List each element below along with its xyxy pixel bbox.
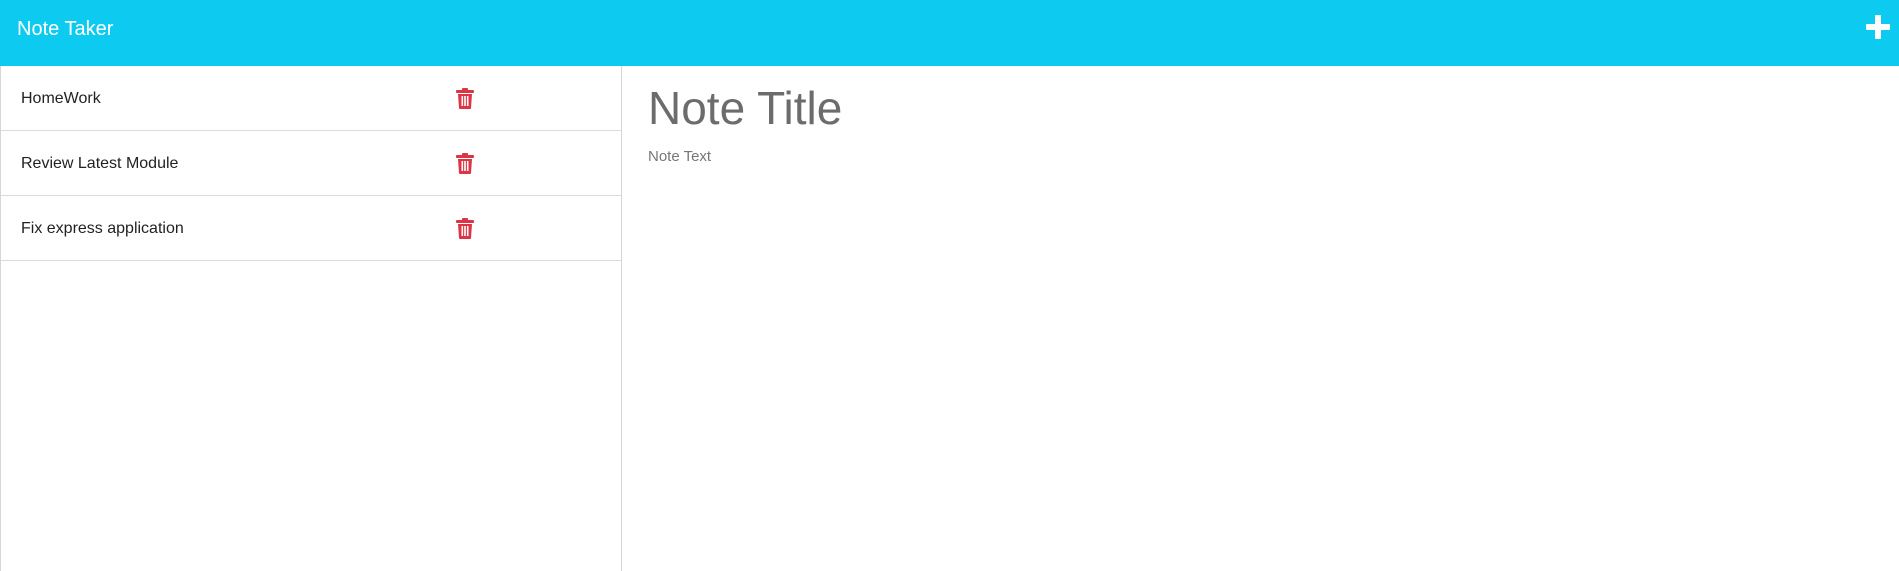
- note-item-title: Fix express application: [21, 220, 184, 237]
- trash-icon[interactable]: [456, 218, 474, 239]
- note-title-input[interactable]: [648, 78, 1868, 138]
- trash-icon[interactable]: [456, 153, 474, 174]
- plus-icon: [1866, 15, 1890, 39]
- note-list-panel: HomeWork Review Latest Module Fix expres…: [0, 66, 622, 571]
- list-item[interactable]: Review Latest Module: [1, 131, 621, 196]
- note-item-title: Review Latest Module: [21, 155, 179, 172]
- list-item[interactable]: HomeWork: [1, 66, 621, 131]
- note-editor: [622, 66, 1899, 571]
- note-list: HomeWork Review Latest Module Fix expres…: [1, 66, 621, 261]
- note-text-input[interactable]: [648, 148, 1868, 548]
- new-note-button[interactable]: [1865, 14, 1891, 40]
- trash-icon[interactable]: [456, 88, 474, 109]
- app-title[interactable]: Note Taker: [17, 17, 113, 41]
- note-item-title: HomeWork: [21, 90, 101, 107]
- navbar: Note Taker: [0, 0, 1899, 66]
- list-item[interactable]: Fix express application: [1, 196, 621, 261]
